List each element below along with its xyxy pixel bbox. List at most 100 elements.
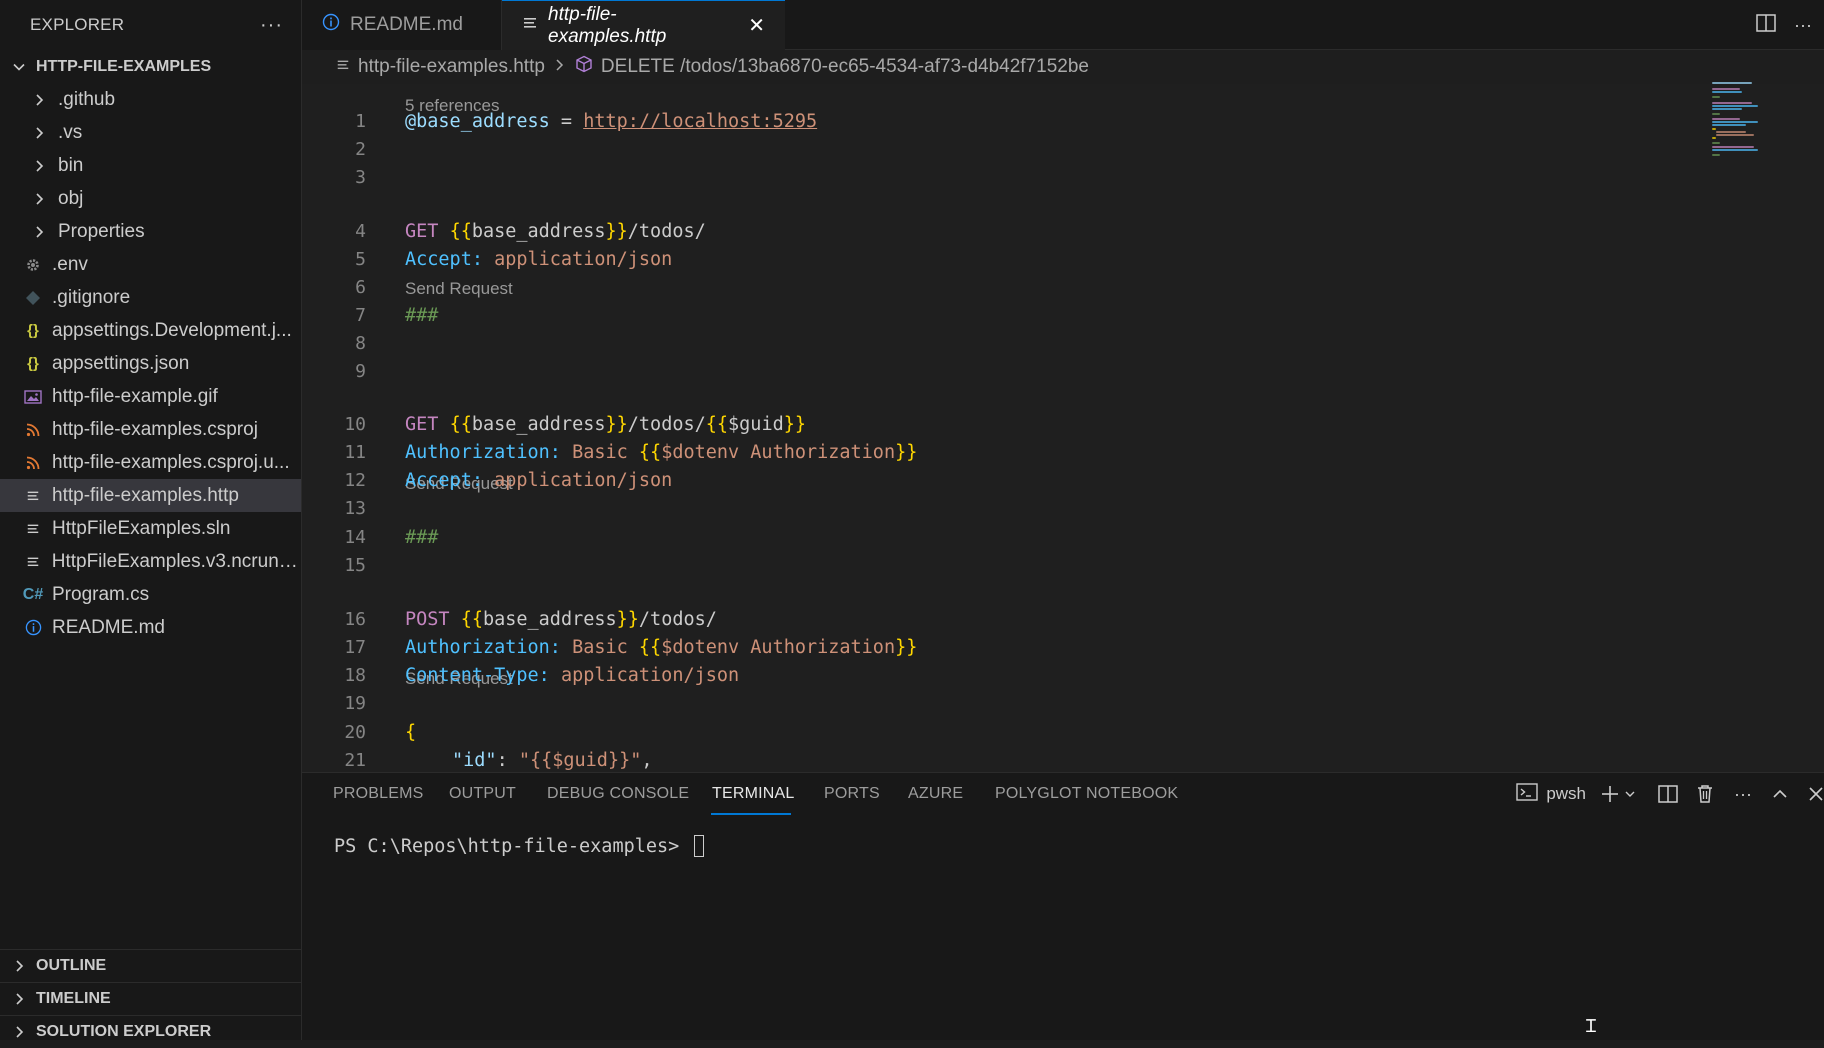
line-number: 15 [344,554,366,576]
minimap[interactable] [1712,80,1784,180]
request-path: /todos/ [627,413,706,435]
section-solution-explorer-label: SOLUTION EXPLORER [36,1023,212,1040]
file-item[interactable]: .gitignore [0,281,301,314]
tab-http-file[interactable]: http-file-examples.http ✕ [502,0,785,50]
minimap-line [1712,96,1720,98]
code-editor[interactable]: 5 references Send Request Send Request S… [302,84,1824,772]
breadcrumb: http-file-examples.http DELETE /todos/13… [302,50,1824,84]
chevron-down-icon[interactable] [1624,788,1636,800]
split-terminal-icon[interactable] [1658,785,1678,803]
close-icon[interactable]: ✕ [748,13,765,38]
tree-item-label: http-file-example.gif [52,385,218,407]
minimap-line [1712,105,1758,107]
file-item[interactable]: {} appsettings.json [0,347,301,380]
minimap-line [1716,131,1746,133]
file-item[interactable]: http-file-examples.csproj.u... [0,446,301,479]
file-item[interactable]: HttpFileExamples.sln [0,512,301,545]
breadcrumb-symbol[interactable]: DELETE /todos/13ba6870-ec65-4534-af73-d4… [601,56,1089,78]
breadcrumb-file[interactable]: http-file-examples.http [358,56,545,78]
section-solution-explorer[interactable]: SOLUTION EXPLORER [0,1015,302,1048]
file-item[interactable]: http-file-example.gif [0,380,301,413]
file-item[interactable]: C# Program.cs [0,578,301,611]
tree-item-label: http-file-examples.http [52,484,239,506]
tab-ports[interactable]: PORTS [824,773,880,815]
section-timeline[interactable]: TIMELINE [0,982,302,1015]
chevron-right-icon [8,992,30,1006]
image-icon [22,389,44,405]
file-item[interactable]: README.md [0,611,301,644]
terminal-profile[interactable]: pwsh [1516,782,1586,807]
tree-item-label: .env [52,253,88,275]
info-icon [322,13,340,37]
tab-problems[interactable]: PROBLEMS [333,773,424,815]
tab-terminal[interactable]: TERMINAL [712,773,795,815]
chevron-up-icon[interactable] [1772,786,1788,802]
more-actions-icon[interactable]: ··· [1734,784,1752,805]
minimap-line [1712,91,1742,93]
section-outline[interactable]: OUTLINE [0,949,302,982]
folder-item[interactable]: obj [0,182,301,215]
minimap-line [1712,124,1746,126]
close-icon[interactable] [1808,786,1824,802]
tab-readme[interactable]: README.md [302,0,502,50]
minimap-line [1712,128,1716,130]
header-value: Basic [572,636,639,658]
file-item[interactable]: http-file-examples.csproj [0,413,301,446]
rss-icon [22,423,44,437]
tree-item-label: http-file-examples.csproj.u... [52,451,290,473]
explorer-header: EXPLORER ··· [0,0,301,50]
explorer-title: EXPLORER [30,15,125,34]
minimap-line [1712,113,1720,115]
tab-debug-console[interactable]: DEBUG CONSOLE [547,773,689,815]
chevron-right-icon [28,225,50,239]
request-path: /todos/ [638,608,717,630]
send-request-codelens[interactable]: Send Request [405,277,513,301]
terminal-prompt-line[interactable]: PS C:\Repos\http-file-examples> [334,835,705,857]
terminal-icon [1516,782,1539,807]
line-number: 4 [355,220,366,242]
tab-output[interactable]: OUTPUT [449,773,516,815]
add-terminal-icon[interactable] [1600,784,1620,804]
more-actions-icon[interactable]: ··· [260,14,283,37]
variable-reference: base_address [482,608,617,630]
line-number: 19 [344,692,366,714]
tab-azure[interactable]: AZURE [908,773,963,815]
more-actions-icon[interactable]: ··· [1794,15,1812,36]
url-link[interactable]: http://localhost:5295 [583,111,817,132]
http-method: GET [405,220,439,242]
tab-polyglot-notebook[interactable]: POLYGLOT NOTEBOOK [995,773,1178,815]
chevron-right-icon [28,159,50,173]
workspace-root[interactable]: HTTP-FILE-EXAMPLES [0,50,301,83]
file-item[interactable]: http-file-examples.http [0,479,301,512]
file-item[interactable]: {} appsettings.Development.j... [0,314,301,347]
file-item[interactable]: HttpFileExamples.v3.ncrunc... [0,545,301,578]
http-method: POST [405,608,450,630]
file-item[interactable]: .env [0,248,301,281]
http-method: GET [405,413,439,435]
split-editor-icon[interactable] [1756,13,1776,37]
folder-item[interactable]: Properties [0,215,301,248]
tree-item-label: bin [58,154,84,176]
folder-item[interactable]: .vs [0,116,301,149]
folder-item[interactable]: bin [0,149,301,182]
minimap-line [1712,118,1740,120]
cube-icon [575,55,593,79]
trash-icon[interactable] [1696,784,1714,804]
variable-name: @base_address [405,110,550,132]
header-value: application/json [560,664,740,686]
variable-reference: base_address [471,413,606,435]
line-number: 9 [355,360,366,382]
equals-sign: = [549,110,584,132]
lines-icon [22,522,44,536]
folder-item[interactable]: .github [0,83,301,116]
tree-item-label: obj [58,187,84,209]
line-number: 5 [355,248,366,270]
editor-actions: ··· [1756,0,1824,50]
minimap-line [1712,88,1740,90]
tab-http-file-label: http-file-examples.http [548,3,667,47]
shell-label: pwsh [1546,784,1587,803]
workspace-root-label: HTTP-FILE-EXAMPLES [36,57,212,75]
json-icon: {} [27,355,39,372]
git-icon [22,290,44,306]
json-icon: {} [27,322,39,339]
